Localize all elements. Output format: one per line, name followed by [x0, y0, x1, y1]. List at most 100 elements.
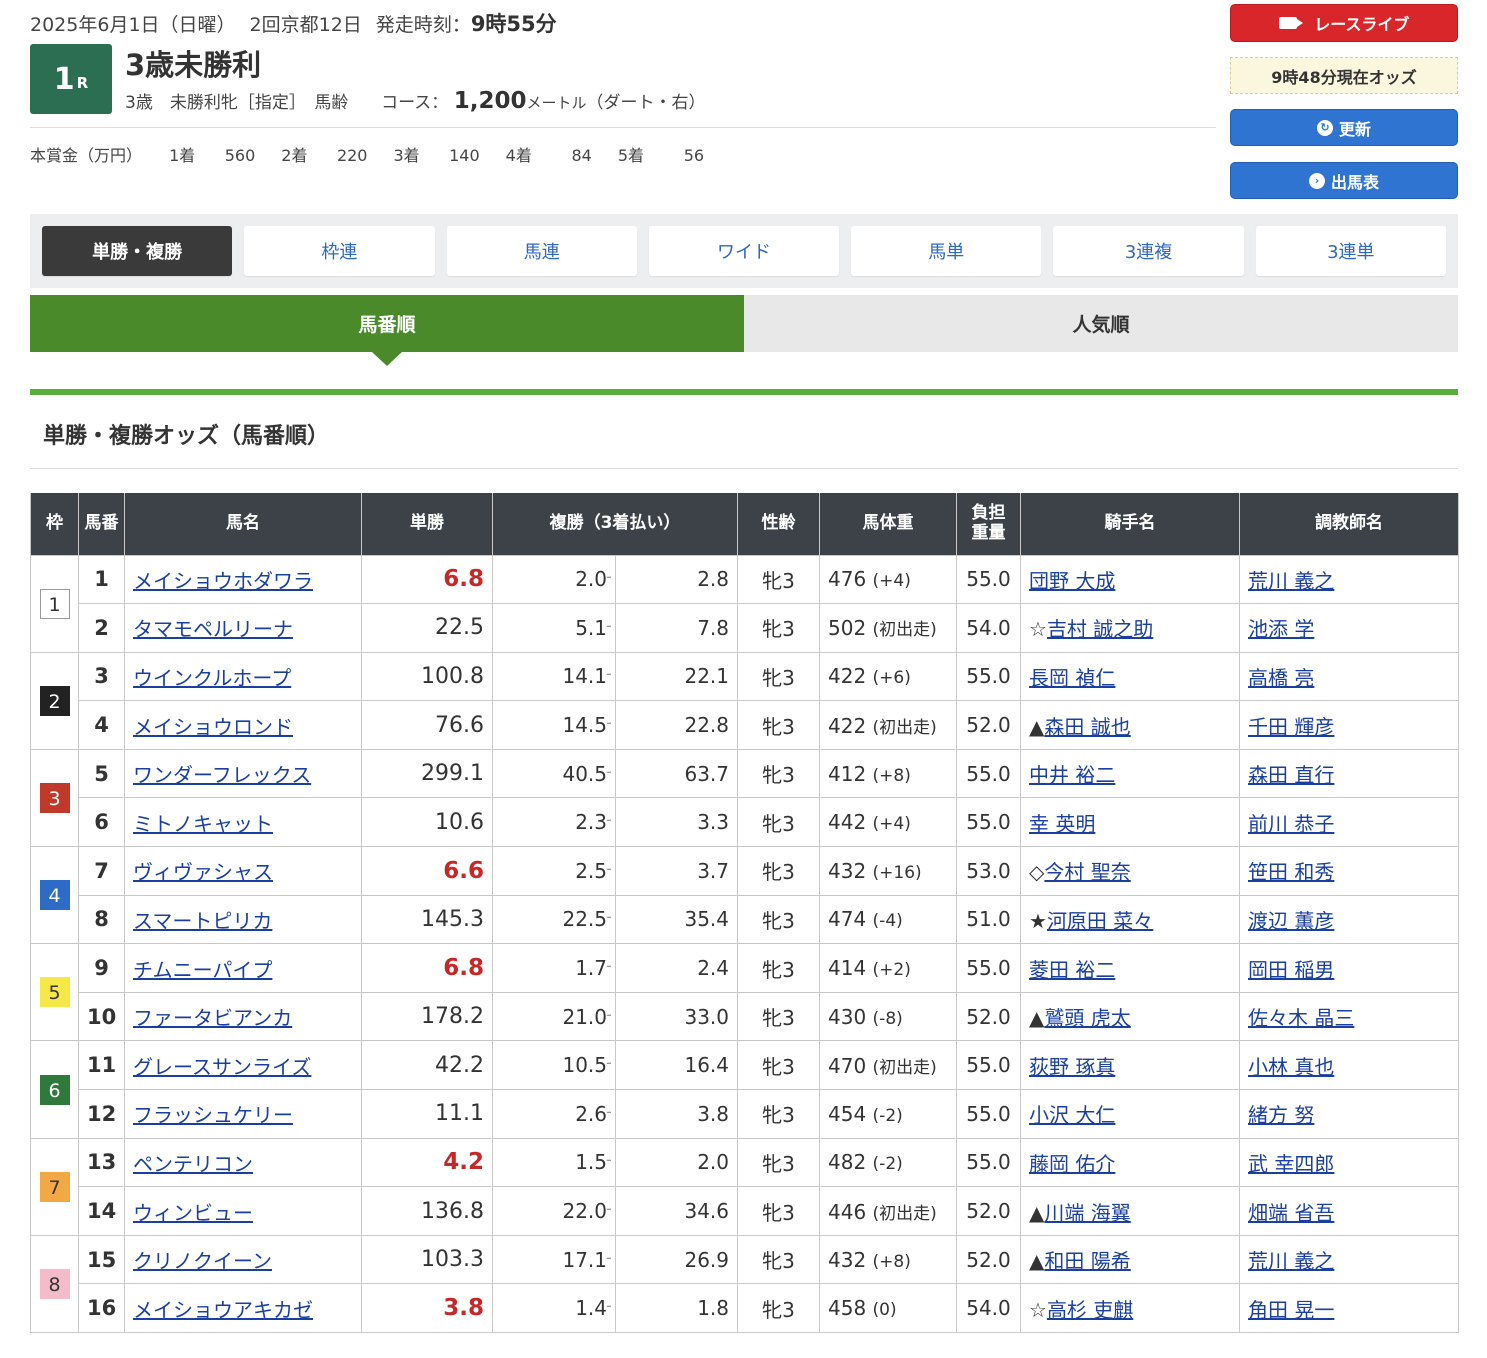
tab-trifecta[interactable]: 3連単 — [1255, 226, 1446, 276]
sex-age: 牝3 — [737, 1234, 820, 1285]
trainer-link[interactable]: 荒川 義之 — [1248, 569, 1334, 593]
burden-weight: 55.0 — [956, 651, 1021, 702]
table-row: 6 ミトノキャット 10.6 2.3-3.3 牝3 442 (+4) 55.0 幸 英明 前川 … — [31, 797, 1459, 848]
horse-name-link[interactable]: ペンテリコン — [133, 1152, 253, 1176]
trainer-link[interactable]: 荒川 義之 — [1248, 1249, 1334, 1273]
trainer-link[interactable]: 角田 晃一 — [1248, 1298, 1334, 1322]
horse-number: 5 — [78, 748, 125, 799]
win-odds: 6.6 — [361, 846, 493, 896]
horse-name-link[interactable]: メイショウホダワラ — [133, 569, 313, 593]
body-weight: 446 — [828, 1199, 867, 1224]
trainer-link[interactable]: 前川 恭子 — [1248, 812, 1334, 836]
race-card-button[interactable]: › 出馬表 — [1230, 162, 1458, 199]
section-divider — [30, 468, 1458, 469]
trainer-link[interactable]: 小林 真也 — [1248, 1055, 1334, 1079]
sex-age: 牝3 — [737, 1137, 820, 1188]
horse-name-link[interactable]: グレースサンライズ — [133, 1055, 311, 1079]
horse-name-link[interactable]: ミトノキャット — [133, 812, 273, 836]
trainer-link[interactable]: 森田 直行 — [1248, 763, 1334, 787]
horse-name-link[interactable]: スマートピリカ — [133, 909, 272, 933]
sex-age: 牝3 — [737, 603, 820, 653]
horse-name-link[interactable]: タマモペルリーナ — [133, 617, 293, 641]
horse-name-link[interactable]: ウインクルホープ — [133, 666, 291, 690]
arrow-right-icon: › — [1308, 172, 1325, 189]
horse-name-link[interactable]: ウィンビュー — [133, 1201, 253, 1225]
tab-trio[interactable]: 3連複 — [1053, 226, 1244, 276]
jockey-link[interactable]: 川端 海翼 — [1044, 1201, 1130, 1225]
tab-sort-by-popularity[interactable]: 人気順 — [744, 295, 1458, 352]
col-burden-line1: 負担 — [971, 503, 1006, 524]
jockey-link[interactable]: 中井 裕二 — [1029, 763, 1115, 787]
tab-exacta[interactable]: 馬単 — [851, 226, 1042, 276]
horse-name-link[interactable]: フラッシュケリー — [133, 1103, 293, 1127]
horse-name-link[interactable]: ワンダーフレックス — [133, 763, 311, 787]
jockey-link[interactable]: 今村 聖奈 — [1044, 860, 1130, 884]
win-odds: 10.6 — [361, 797, 493, 848]
body-weight: 432 — [828, 858, 867, 883]
win-odds: 103.3 — [361, 1234, 493, 1285]
horse-name-link[interactable]: ファータビアンカ — [133, 1006, 292, 1030]
place-odds-low: 10.5 — [492, 1040, 616, 1091]
prize-amount: 84 — [571, 146, 592, 165]
jockey-link[interactable]: 小沢 大仁 — [1029, 1103, 1115, 1127]
body-weight-cell: 422 (+6) — [819, 651, 957, 702]
place-odds-high-cell: - 2.8 — [606, 554, 738, 605]
place-odds-high: 22.8 — [684, 713, 729, 738]
trainer-link[interactable]: 池添 学 — [1248, 617, 1314, 641]
jockey-link[interactable]: 長岡 禎仁 — [1029, 666, 1115, 690]
jockey-link[interactable]: 高杉 吏麒 — [1047, 1298, 1133, 1322]
table-header-row: 枠 馬番 馬名 単勝 複勝（3着払い） 性齢 馬体重 負担 重量 騎手名 調教師名 — [30, 493, 1459, 556]
race-name: 3歳未勝利 — [125, 48, 262, 82]
body-weight-cell: 482 (-2) — [819, 1137, 957, 1188]
race-live-button[interactable]: レースライブ — [1230, 4, 1458, 42]
horse-name-cell: ファータビアンカ — [124, 991, 362, 1042]
place-odds-low: 1.5 — [492, 1137, 616, 1188]
trainer-link[interactable]: 武 幸四郎 — [1248, 1152, 1334, 1176]
distance-unit: メートル — [526, 94, 587, 112]
trainer-link[interactable]: 岡田 稲男 — [1248, 958, 1334, 982]
place-odds-low: 1.7 — [492, 943, 616, 993]
tab-wide[interactable]: ワイド — [648, 226, 840, 276]
horse-name-link[interactable]: メイショウアキカゼ — [133, 1298, 313, 1322]
jockey-link[interactable]: 和田 陽希 — [1044, 1249, 1130, 1273]
table-row: 8 スマートピリカ 145.3 22.5-35.4 牝3 474 (-4) 51.0 ★河原田… — [31, 894, 1459, 945]
jockey-link[interactable]: 荻野 琢真 — [1029, 1055, 1115, 1079]
horse-name-cell: メイショウロンド — [124, 700, 362, 750]
table-row: 3 5 ワンダーフレックス 299.1 40.5-63.7 牝3 412 (+8) 55.0 中… — [30, 748, 1459, 848]
tab-quinella[interactable]: 馬連 — [446, 226, 637, 276]
jockey-link[interactable]: 幸 英明 — [1029, 812, 1095, 836]
jockey-link[interactable]: 吉村 誠之助 — [1047, 617, 1153, 641]
weight-diff: (0) — [872, 1300, 897, 1321]
tab-sort-by-number[interactable]: 馬番順 — [30, 295, 744, 366]
horse-name-link[interactable]: クリノクイーン — [133, 1249, 272, 1273]
horse-name-cell: グレースサンライズ — [124, 1040, 362, 1091]
jockey-link[interactable]: 団野 大成 — [1029, 569, 1115, 593]
horse-name-link[interactable]: メイショウロンド — [133, 715, 293, 739]
meeting: 2回京都12日 — [249, 14, 362, 36]
tab-bracket-quinella[interactable]: 枠連 — [244, 226, 435, 276]
jockey-link[interactable]: 鷲頭 虎太 — [1044, 1006, 1130, 1030]
sex-age: 牝3 — [737, 991, 820, 1042]
trainer-link[interactable]: 高橋 亮 — [1248, 666, 1314, 690]
trainer-link[interactable]: 笹田 和秀 — [1248, 860, 1334, 884]
trainer-link[interactable]: 千田 輝彦 — [1248, 715, 1334, 739]
jockey-link[interactable]: 森田 誠也 — [1044, 715, 1130, 739]
track-type: （ダート・右） — [586, 93, 706, 113]
jockey-link[interactable]: 藤岡 佑介 — [1029, 1152, 1115, 1176]
tab-win-place[interactable]: 単勝・複勝 — [42, 226, 233, 276]
waku-cell: 2 — [30, 651, 79, 750]
col-burden-line2: 重量 — [971, 522, 1006, 543]
jockey-link[interactable]: 菱田 裕二 — [1029, 958, 1115, 982]
race-number-badge: 1R — [30, 44, 112, 114]
place-odds-high-cell: - 3.7 — [606, 846, 738, 896]
refresh-button[interactable]: ↻ 更新 — [1230, 109, 1458, 146]
trainer-link[interactable]: 渡辺 薫彦 — [1248, 909, 1334, 933]
horse-name-link[interactable]: チムニーパイプ — [133, 958, 272, 982]
trainer-link[interactable]: 佐々木 晶三 — [1248, 1006, 1354, 1030]
burden-weight: 54.0 — [956, 1283, 1021, 1333]
trainer-link[interactable]: 畑端 省吾 — [1248, 1201, 1334, 1225]
jockey-link[interactable]: 河原田 菜々 — [1047, 909, 1153, 933]
trainer-link[interactable]: 緒方 努 — [1248, 1103, 1314, 1127]
body-weight: 458 — [828, 1296, 867, 1321]
horse-name-link[interactable]: ヴィヴァシャス — [133, 860, 273, 884]
